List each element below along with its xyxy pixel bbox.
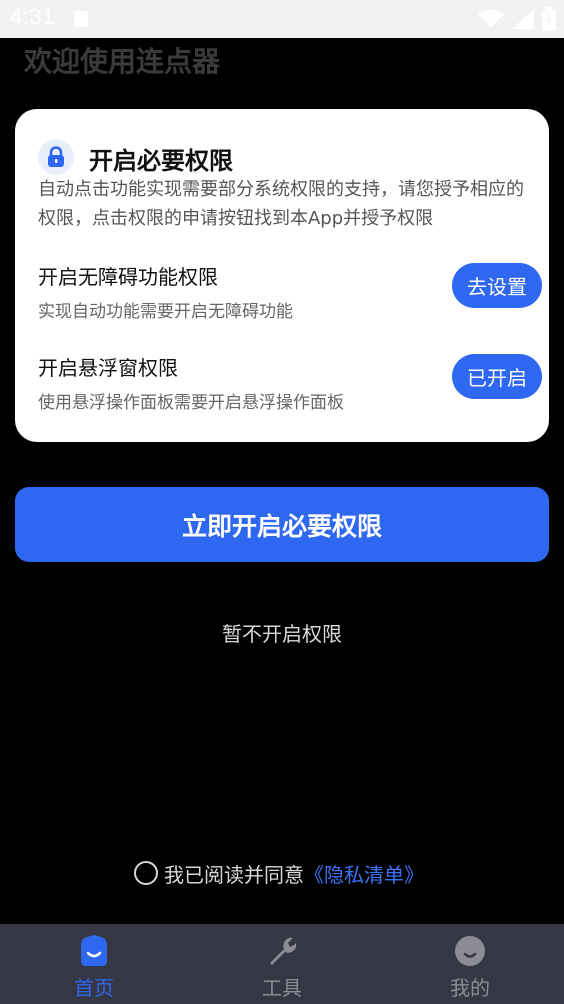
permission-dialog: 开启必要权限 自动点击功能实现需要部分系统权限的支持，请您授予相应的权限，点击权… xyxy=(15,109,549,442)
page-title: 欢迎使用连点器 xyxy=(24,45,221,78)
permission-row-accessibility: 开启无障碍功能权限 实现自动功能需要开启无障碍功能 去设置 xyxy=(38,261,542,322)
lock-icon xyxy=(38,139,74,175)
notification-a-icon xyxy=(74,11,88,27)
profile-icon xyxy=(454,934,486,968)
privacy-list-link[interactable]: 《隐私清单》 xyxy=(304,859,424,888)
status-time: 4:31 xyxy=(10,4,55,29)
wrench-icon xyxy=(265,934,299,968)
permission-row-overlay: 开启悬浮窗权限 使用悬浮操作面板需要开启悬浮操作面板 已开启 xyxy=(38,352,542,413)
status-bar: 4:31 xyxy=(0,0,564,38)
screen: 4:31 欢迎使用连点器 开启必要权限 自动点击功能实现需要部分系统权限的支持，… xyxy=(0,0,564,1004)
agreement-text: 我已阅读并同意 xyxy=(164,862,304,887)
agree-radio[interactable] xyxy=(134,861,158,885)
signal-icon xyxy=(512,9,534,29)
go-settings-button[interactable]: 去设置 xyxy=(452,263,542,308)
nav-item-home[interactable]: 首页 xyxy=(0,924,188,1004)
nav-item-tools[interactable]: 工具 xyxy=(188,924,376,1004)
skip-permissions-link[interactable]: 暂不开启权限 xyxy=(0,618,564,647)
enable-permissions-button[interactable]: 立即开启必要权限 xyxy=(15,487,549,562)
bottom-nav: 首页 工具 我的 xyxy=(0,924,564,1004)
dialog-description: 自动点击功能实现需要部分系统权限的支持，请您授予相应的权限，点击权限的申请按钮找… xyxy=(38,179,524,229)
permission-subtitle: 实现自动功能需要开启无障碍功能 xyxy=(38,302,293,322)
wifi-icon xyxy=(478,9,504,29)
agreement-row: 我已阅读并同意 《隐私清单》 xyxy=(134,858,424,888)
dialog-title: 开启必要权限 xyxy=(89,147,233,175)
nav-label: 工具 xyxy=(262,976,302,1000)
status-icons xyxy=(478,6,556,32)
permission-subtitle: 使用悬浮操作面板需要开启悬浮操作面板 xyxy=(38,393,344,413)
battery-icon xyxy=(542,7,556,31)
enabled-button[interactable]: 已开启 xyxy=(452,354,542,399)
permission-title: 开启悬浮窗权限 xyxy=(38,356,178,380)
permission-title: 开启无障碍功能权限 xyxy=(38,265,218,289)
nav-label: 首页 xyxy=(74,976,114,1000)
home-icon xyxy=(77,934,111,968)
nav-label: 我的 xyxy=(450,976,490,1000)
nav-item-profile[interactable]: 我的 xyxy=(376,924,564,1004)
